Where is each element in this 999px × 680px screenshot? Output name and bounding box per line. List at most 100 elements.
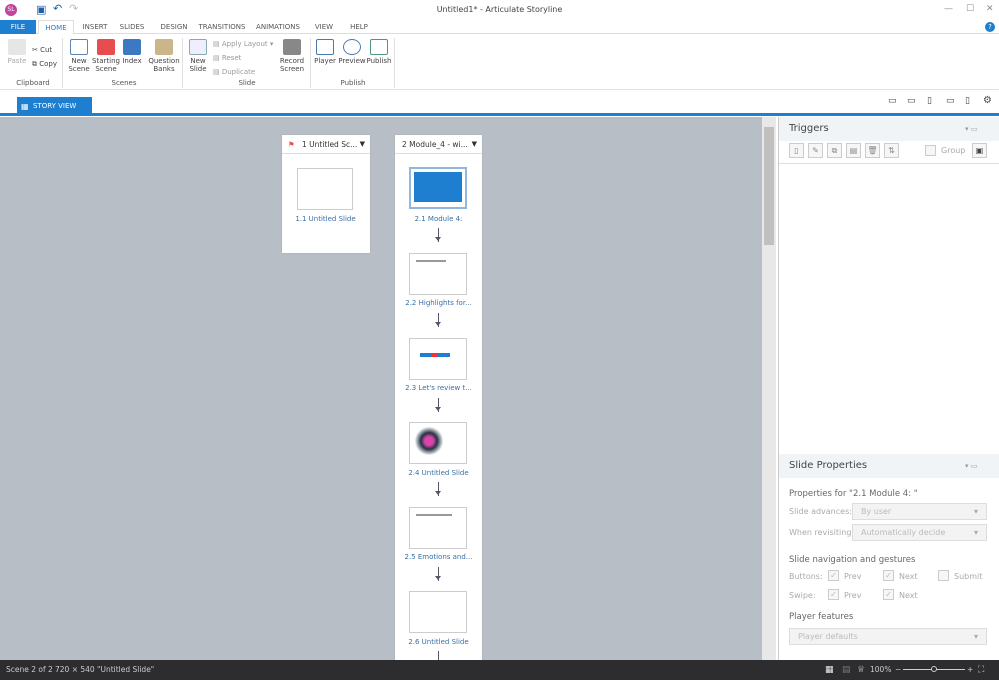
scene-header[interactable]: ⚑ 1 Untitled Sc... ▼ (282, 135, 370, 154)
tab-animations[interactable]: ANIMATIONS (252, 20, 304, 34)
new-trigger-icon[interactable]: ▯ (789, 143, 804, 158)
submit-button-checkbox[interactable] (938, 570, 949, 581)
scene-card-2[interactable]: 2 Module_4 - wi... ▼ 2.1 Module 4: 2.2 Hi… (395, 135, 482, 660)
record-screen-button[interactable]: Record Screen (278, 39, 306, 73)
tablet-landscape-icon[interactable]: ▭ (907, 96, 916, 106)
zoom-slider-handle[interactable] (931, 666, 937, 672)
help-icon[interactable]: ? (985, 22, 995, 32)
paste-trigger-icon[interactable]: ▤ (846, 143, 861, 158)
slide-label[interactable]: 1.1 Untitled Slide (282, 215, 369, 223)
desktop-icon[interactable]: ▭ (888, 96, 897, 106)
slide-advances-select[interactable]: By user (852, 503, 987, 520)
story-canvas: ⚑ 1 Untitled Sc... ▼ 1.1 Untitled Slide 2 … (0, 117, 762, 660)
paste-button[interactable]: Paste (6, 39, 28, 65)
tab-design[interactable]: DESIGN (156, 20, 192, 34)
tablet-portrait-icon[interactable]: ▯ (927, 96, 932, 106)
player-features-heading: Player features (789, 612, 854, 622)
when-revisiting-select[interactable]: Automatically decide (852, 524, 987, 541)
maximize-icon[interactable]: ☐ (966, 4, 974, 14)
apply-layout-button[interactable]: ▤ Apply Layout ▾ (213, 40, 273, 48)
player-preview-icon[interactable]: ♕ (857, 660, 865, 680)
zoom-in-icon[interactable]: + (967, 660, 973, 680)
current-slide: "Untitled Slide" (97, 665, 155, 674)
slide-thumbnail[interactable] (409, 338, 467, 380)
next-button-checkbox[interactable]: ✓ (883, 570, 894, 581)
group-slide: Slide (238, 79, 256, 87)
edit-trigger-icon[interactable]: ✎ (808, 143, 823, 158)
new-slide-button[interactable]: New Slide (186, 39, 210, 73)
reset-button[interactable]: ▤ Reset (213, 54, 241, 62)
chevron-down-icon[interactable]: ▼ (472, 135, 477, 154)
right-panel: Triggers ▾ ▭ ▯ ✎ ⧉ ▤ 🗑 ⇅ Group ▣ Slide Pr… (778, 117, 999, 660)
panel-menu-icon[interactable]: ▾ ▭ (965, 454, 977, 478)
player-button[interactable]: Player (313, 39, 337, 65)
scrollbar-thumb[interactable] (764, 127, 774, 245)
divider (394, 38, 395, 88)
new-scene-button[interactable]: New Scene (66, 39, 92, 73)
story-view-icon[interactable]: ▦ (825, 660, 834, 680)
preview-button[interactable]: Preview (338, 39, 366, 65)
next-swipe-checkbox[interactable]: ✓ (883, 589, 894, 600)
new-scene-icon (70, 39, 88, 55)
copy-trigger-icon[interactable]: ⧉ (827, 143, 842, 158)
tab-slides[interactable]: SLIDES (116, 20, 148, 34)
scene-header[interactable]: 2 Module_4 - wi... ▼ (395, 135, 482, 154)
slide-thumbnail[interactable] (409, 507, 467, 549)
prev-button-checkbox[interactable]: ✓ (828, 570, 839, 581)
index-button[interactable]: Index (120, 39, 144, 65)
vertical-scrollbar[interactable] (762, 117, 776, 660)
minimize-icon[interactable]: — (944, 4, 953, 14)
question-banks-button[interactable]: Question Banks (147, 39, 181, 73)
duplicate-button[interactable]: ▤ Duplicate (213, 68, 255, 76)
apply-layout-label: Apply Layout (221, 40, 268, 48)
tab-file[interactable]: FILE (0, 20, 36, 34)
starting-scene-button[interactable]: Starting Scene (92, 39, 120, 73)
slide-thumbnail[interactable] (409, 167, 467, 209)
scene-card-1[interactable]: ⚑ 1 Untitled Sc... ▼ 1.1 Untitled Slide (282, 135, 370, 253)
cut-button[interactable]: ✂ Cut (32, 46, 52, 54)
delete-trigger-icon[interactable]: 🗑 (865, 143, 880, 158)
publish-button[interactable]: Publish (366, 39, 392, 65)
tab-home[interactable]: HOME (38, 20, 74, 35)
slide-label[interactable]: 2.6 Untitled Slide (395, 638, 482, 646)
divider (310, 38, 311, 88)
player-features-select[interactable]: Player defaults (789, 628, 987, 645)
tab-transitions[interactable]: TRANSITIONS (196, 20, 248, 34)
slide-label[interactable]: 2.2 Highlights for... (395, 299, 482, 307)
tab-story-view[interactable]: ▦ STORY VIEW (17, 97, 92, 116)
camera-icon (283, 39, 301, 55)
prev-swipe-checkbox[interactable]: ✓ (828, 589, 839, 600)
close-icon[interactable]: ✕ (986, 4, 994, 14)
slide-label[interactable]: 2.1 Module 4: (395, 215, 482, 223)
reset-label: Reset (221, 54, 242, 62)
slide-thumbnail[interactable] (409, 253, 467, 295)
slide-thumbnail[interactable] (297, 168, 353, 210)
scene-title: 1 Untitled Sc... (302, 140, 358, 149)
group-checkbox[interactable] (925, 145, 936, 156)
move-trigger-icon[interactable]: ⇅ (884, 143, 899, 158)
ribbon-tabs: FILE HOME INSERT SLIDES DESIGN TRANSITIO… (0, 20, 999, 35)
zoom-out-icon[interactable]: − (895, 660, 901, 680)
gear-icon[interactable]: ⚙ (983, 95, 992, 106)
tab-help[interactable]: HELP (344, 20, 374, 34)
flag-icon (97, 39, 115, 55)
phone-portrait-icon[interactable]: ▯ (965, 96, 970, 106)
story-view-label: STORY VIEW (33, 102, 77, 110)
tab-view[interactable]: VIEW (310, 20, 338, 34)
slide-label[interactable]: 2.4 Untitled Slide (395, 469, 482, 477)
panel-menu-icon[interactable]: ▾ ▭ (965, 117, 977, 141)
divider (62, 38, 63, 88)
slide-label[interactable]: 2.3 Let's review t... (395, 384, 482, 392)
fit-window-icon[interactable]: ⛶ (978, 660, 984, 680)
tab-insert[interactable]: INSERT (78, 20, 112, 34)
chevron-down-icon[interactable]: ▼ (360, 135, 365, 154)
slide-thumbnail[interactable] (409, 422, 467, 464)
slide-thumbnail[interactable] (409, 591, 467, 633)
slide-view-icon[interactable]: ▤ (842, 660, 851, 680)
slide-label[interactable]: 2.5 Emotions and... (395, 553, 482, 561)
phone-landscape-icon[interactable]: ▭ (946, 96, 955, 106)
copy-button[interactable]: ⧉ Copy (32, 60, 57, 69)
zoom-slider[interactable] (903, 666, 965, 672)
trigger-variables-icon[interactable]: ▣ (972, 143, 987, 158)
prev-label: Prev (844, 572, 862, 581)
